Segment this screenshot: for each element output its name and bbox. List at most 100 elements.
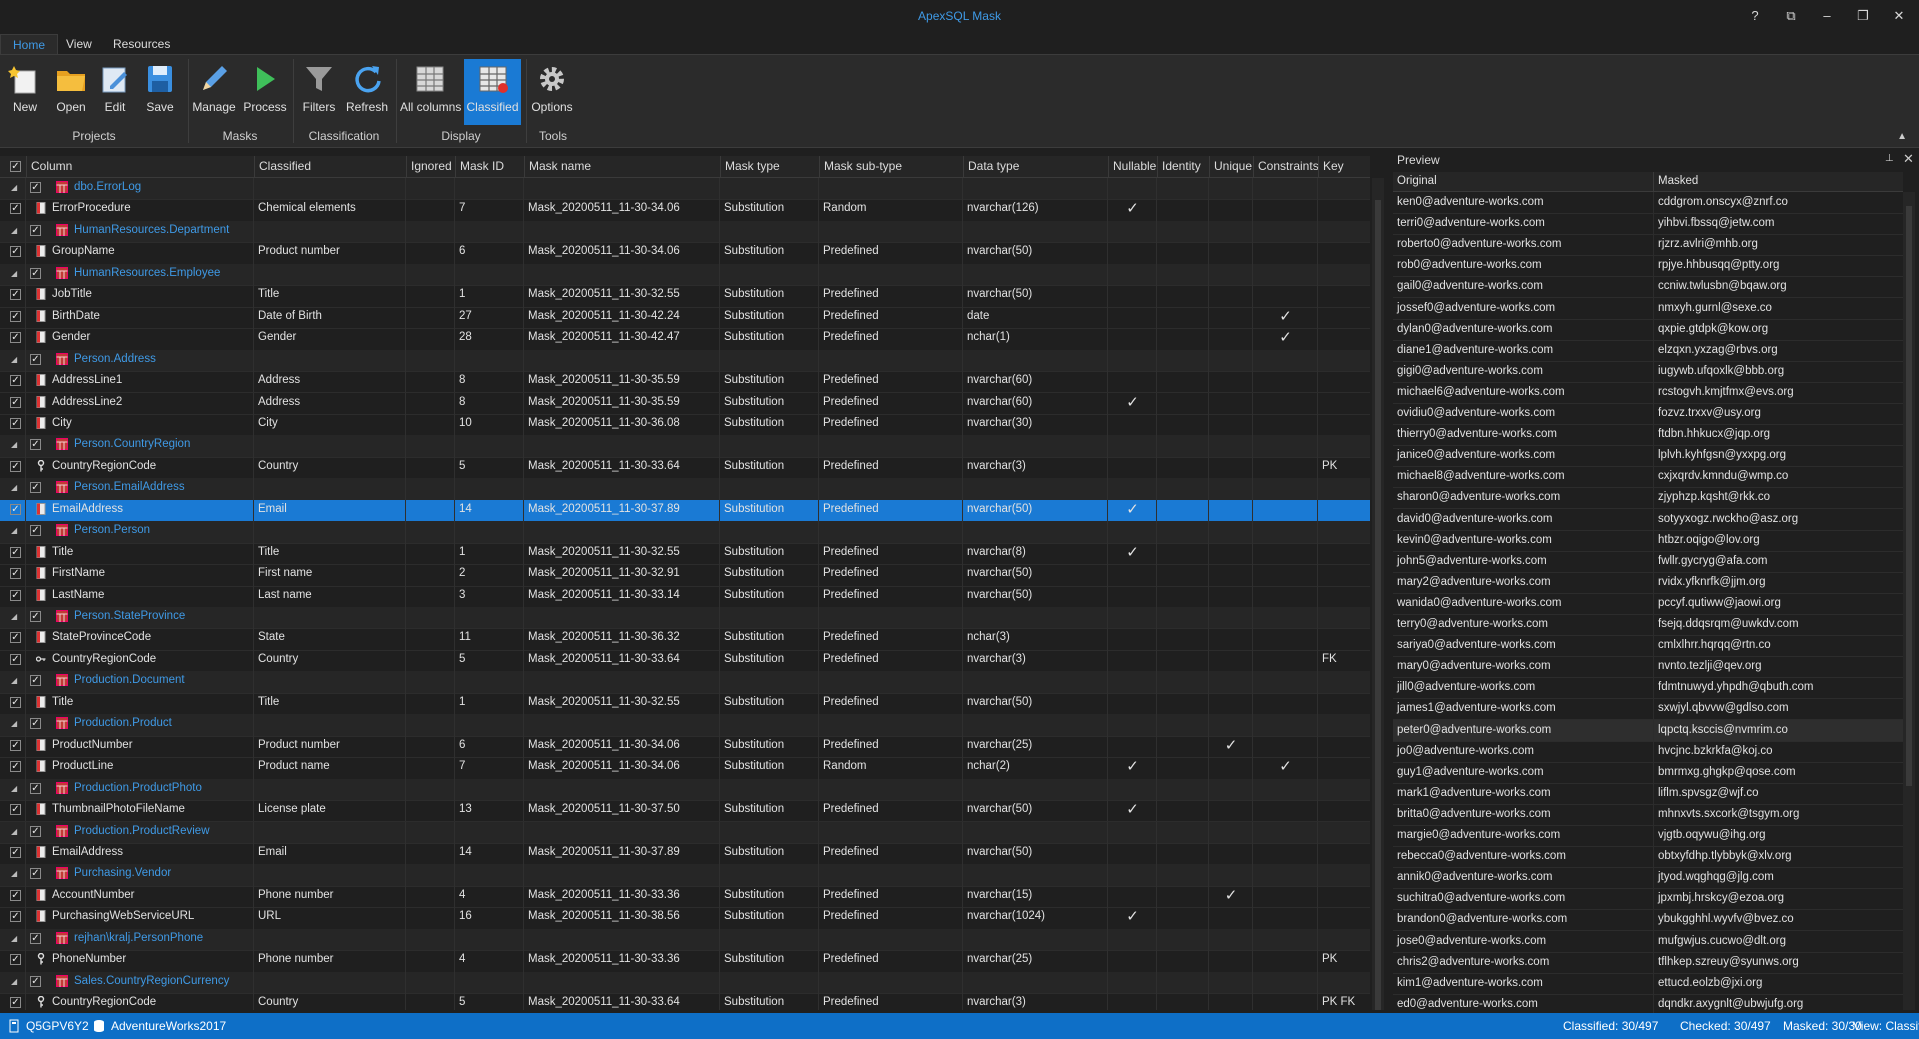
preview-row[interactable]: david0@adventure-works.com sotyyxogz.rwck… bbox=[1393, 508, 1903, 531]
cell-mask-name[interactable]: Mask_20200511_11-30-32.55 bbox=[524, 543, 720, 562]
row-checkbox[interactable]: ✓ bbox=[10, 889, 21, 901]
table-name[interactable]: Production.ProductReview bbox=[70, 822, 470, 841]
table-group-row[interactable]: ◢ ✓ Purchasing.Vendor bbox=[0, 864, 1370, 887]
cell-mask-subtype[interactable]: Predefined bbox=[819, 907, 963, 926]
cell-classified[interactable]: Product number bbox=[254, 242, 406, 261]
process-button[interactable]: Process bbox=[242, 59, 288, 125]
cell-mask-subtype[interactable]: Predefined bbox=[819, 586, 963, 605]
table-group-row[interactable]: ◢ ✓ dbo.ErrorLog bbox=[0, 178, 1370, 201]
close-preview-icon[interactable]: ✕ bbox=[1903, 151, 1914, 167]
minimize-button[interactable]: – bbox=[1816, 6, 1838, 26]
table-name[interactable]: Person.StateProvince bbox=[70, 607, 470, 626]
table-row[interactable]: ✓ AccountNumber Phone number 4 Mask_20200511… bbox=[0, 885, 1370, 909]
cell-classified[interactable]: Last name bbox=[254, 586, 406, 605]
options-button[interactable]: Options bbox=[530, 59, 574, 125]
table-row[interactable]: ✓ JobTitle Title 1 Mask_20200511_11-30-32.55… bbox=[0, 285, 1370, 308]
table-row[interactable]: ✓ ErrorProcedure Chemical elements 7 Mask_20… bbox=[0, 199, 1370, 222]
table-group-row[interactable]: ◢ ✓ rejhan\kralj.PersonPhone bbox=[0, 928, 1370, 952]
table-group-row[interactable]: ◢ ✓ Production.ProductPhoto bbox=[0, 778, 1370, 802]
preview-row[interactable]: thierry0@adventure-works.com ftdbn.hhkucx… bbox=[1393, 424, 1903, 447]
cell-mask-name[interactable]: Mask_20200511_11-30-32.91 bbox=[524, 564, 720, 583]
select-all-checkbox[interactable]: ✓ bbox=[10, 161, 21, 172]
cell-mask-name[interactable]: Mask_20200511_11-30-33.64 bbox=[524, 457, 720, 476]
cell-classified[interactable]: Product number bbox=[254, 736, 406, 755]
row-checkbox[interactable]: ✓ bbox=[10, 460, 21, 472]
tab-view[interactable]: View bbox=[54, 34, 104, 54]
group-checkbox[interactable]: ✓ bbox=[30, 353, 41, 365]
cell-mask-subtype[interactable]: Random bbox=[819, 757, 963, 776]
cell-mask-name[interactable]: Mask_20200511_11-30-32.55 bbox=[524, 693, 720, 712]
collapse-triangle-icon[interactable]: ◢ bbox=[11, 350, 17, 369]
table-group-row[interactable]: ◢ ✓ Person.StateProvince bbox=[0, 607, 1370, 630]
collapse-triangle-icon[interactable]: ◢ bbox=[11, 178, 17, 197]
cell-mask-type[interactable]: Substitution bbox=[720, 650, 819, 669]
preview-row[interactable]: ken0@adventure-works.com cddgrom.onscyx@z… bbox=[1393, 192, 1903, 215]
row-checkbox[interactable]: ✓ bbox=[10, 653, 21, 665]
preview-header-masked[interactable]: Masked bbox=[1653, 172, 1698, 191]
cell-mask-name[interactable]: Mask_20200511_11-30-42.47 bbox=[524, 328, 720, 347]
new-button[interactable]: New bbox=[6, 59, 44, 125]
table-group-row[interactable]: ◢ ✓ Person.Address bbox=[0, 349, 1370, 373]
cell-mask-type[interactable]: Substitution bbox=[720, 393, 819, 412]
table-row[interactable]: ✓ ThumbnailPhotoFileName License plate 13 Ma… bbox=[0, 800, 1370, 823]
table-row[interactable]: ✓ Title Title 1 Mask_20200511_11-30-32.55 Sub… bbox=[0, 692, 1370, 716]
preview-row[interactable]: sharon0@adventure-works.com zjyphzp.kqsht… bbox=[1393, 487, 1903, 510]
cell-mask-name[interactable]: Mask_20200511_11-30-33.14 bbox=[524, 586, 720, 605]
table-name[interactable]: Production.Document bbox=[70, 671, 470, 690]
cell-mask-type[interactable]: Substitution bbox=[720, 307, 819, 326]
group-checkbox[interactable]: ✓ bbox=[30, 182, 41, 193]
cell-classified[interactable]: First name bbox=[254, 564, 406, 583]
cell-mask-type[interactable]: Substitution bbox=[720, 242, 819, 261]
preview-row[interactable]: dylan0@adventure-works.com qxpie.gtdpk@ko… bbox=[1393, 318, 1903, 341]
cell-mask-type[interactable]: Substitution bbox=[720, 457, 819, 476]
preview-row[interactable]: kim1@adventure-works.com ettucd.eolzb@jxi… bbox=[1393, 972, 1903, 995]
preview-row[interactable]: rob0@adventure-works.com rpjye.hhbusqq@pt… bbox=[1393, 255, 1903, 278]
cell-mask-name[interactable]: Mask_20200511_11-30-37.89 bbox=[524, 843, 720, 862]
cell-mask-subtype[interactable]: Predefined bbox=[819, 307, 963, 326]
preview-row[interactable]: mary0@adventure-works.com nvnto.tezlji@qe… bbox=[1393, 656, 1903, 679]
row-checkbox[interactable]: ✓ bbox=[10, 396, 21, 408]
cell-mask-subtype[interactable]: Predefined bbox=[819, 242, 963, 261]
pin-icon[interactable]: ⊥ bbox=[1885, 153, 1894, 164]
close-button[interactable]: ✕ bbox=[1888, 6, 1910, 26]
row-checkbox[interactable]: ✓ bbox=[10, 375, 21, 387]
header-mask-subtype[interactable]: Mask sub-type bbox=[819, 156, 963, 177]
manage-button[interactable]: Manage bbox=[192, 59, 236, 125]
cell-mask-subtype[interactable]: Predefined bbox=[819, 371, 963, 390]
cell-mask-subtype[interactable]: Predefined bbox=[819, 843, 963, 862]
cell-classified[interactable]: Address bbox=[254, 393, 406, 412]
group-checkbox[interactable]: ✓ bbox=[30, 718, 41, 730]
table-row[interactable]: ✓ CountryRegionCode Country 5 Mask_20200511_… bbox=[0, 456, 1370, 480]
preview-row[interactable]: peter0@adventure-works.com lqpctq.ksccis@… bbox=[1393, 719, 1903, 742]
cell-mask-type[interactable]: Substitution bbox=[720, 371, 819, 390]
collapse-triangle-icon[interactable]: ◢ bbox=[11, 822, 17, 841]
group-checkbox[interactable]: ✓ bbox=[30, 224, 41, 236]
collapse-triangle-icon[interactable]: ◢ bbox=[11, 714, 17, 733]
table-row[interactable]: ✓ ProductNumber Product number 6 Mask_202005… bbox=[0, 735, 1370, 759]
preview-row[interactable]: jose0@adventure-works.com mufgwjus.cucwo@… bbox=[1393, 930, 1903, 953]
row-checkbox[interactable]: ✓ bbox=[10, 546, 21, 558]
cell-mask-name[interactable]: Mask_20200511_11-30-33.36 bbox=[524, 950, 720, 969]
all-columns-button[interactable]: All columns bbox=[400, 59, 461, 125]
cell-mask-subtype[interactable]: Random bbox=[819, 199, 963, 218]
open-button[interactable]: Open bbox=[50, 59, 92, 125]
table-name[interactable]: dbo.ErrorLog bbox=[70, 178, 470, 197]
table-row[interactable]: ✓ FirstName First name 2 Mask_20200511_11-30… bbox=[0, 564, 1370, 587]
table-group-row[interactable]: ◢ ✓ Production.ProductReview bbox=[0, 821, 1370, 844]
layout-button[interactable]: ⧉ bbox=[1780, 6, 1802, 26]
header-mask-id[interactable]: Mask ID bbox=[455, 156, 524, 177]
group-checkbox[interactable]: ✓ bbox=[30, 611, 41, 622]
cell-mask-subtype[interactable]: Predefined bbox=[819, 650, 963, 669]
row-checkbox[interactable]: ✓ bbox=[10, 417, 21, 429]
cell-classified[interactable]: Phone number bbox=[254, 886, 406, 905]
row-checkbox[interactable]: ✓ bbox=[10, 696, 21, 708]
table-group-row[interactable]: ◢ ✓ Person.CountryRegion bbox=[0, 435, 1370, 458]
preview-row[interactable]: gail0@adventure-works.com ccniw.twlusbn@b… bbox=[1393, 276, 1903, 299]
preview-row[interactable]: james1@adventure-works.com sxwjyl.qbvvw@g… bbox=[1393, 698, 1903, 721]
preview-row[interactable]: michael8@adventure-works.com cxjxqrdv.kmn… bbox=[1393, 466, 1903, 489]
cell-mask-type[interactable]: Substitution bbox=[720, 757, 819, 776]
cell-mask-subtype[interactable]: Predefined bbox=[819, 414, 963, 433]
group-checkbox[interactable]: ✓ bbox=[30, 868, 41, 880]
collapse-triangle-icon[interactable]: ◢ bbox=[11, 221, 17, 240]
cell-mask-subtype[interactable]: Predefined bbox=[819, 800, 963, 819]
